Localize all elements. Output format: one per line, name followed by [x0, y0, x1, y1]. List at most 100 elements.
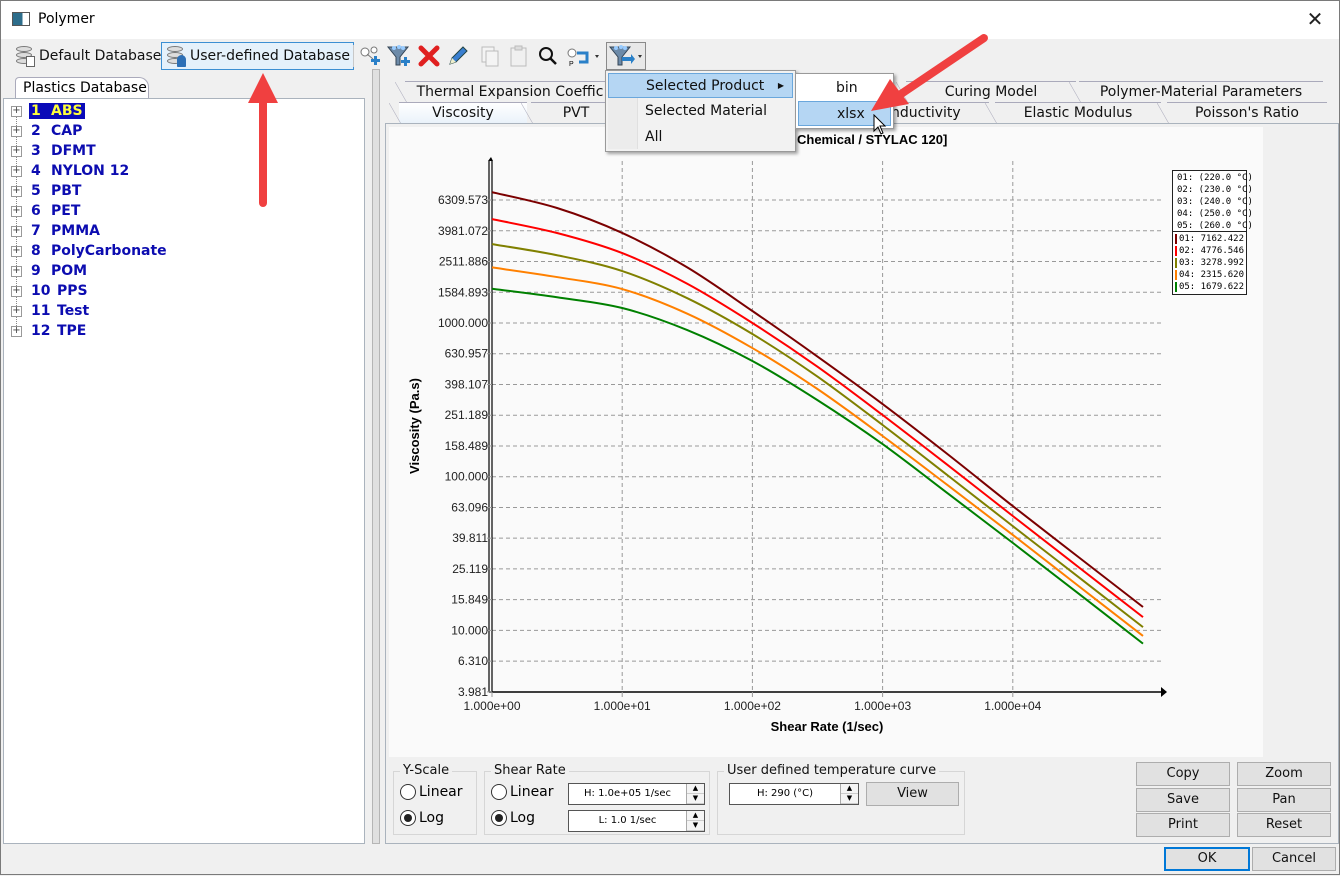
y-axis-label: Viscosity (Pa.s) [407, 378, 422, 474]
submenu-item-bin[interactable]: bin [798, 76, 891, 101]
x-axis-arrow [1161, 687, 1167, 697]
print-button[interactable]: Print [1136, 813, 1230, 837]
temperature-curve-label: User defined temperature curve [724, 763, 940, 778]
y-tick-label: 398.107 [445, 377, 489, 391]
legend-text: 04: 2315.620 [1178, 270, 1244, 280]
legend-zero-shear: 01: 7162.422 02: 4776.546 03: 3278.992 04: … [1172, 231, 1247, 295]
menu-item-selected-product[interactable]: Selected Product ▶ [608, 73, 793, 98]
polymer-dialog: Polymer ✕ Default Database User-defined … [0, 0, 1340, 875]
spin-down-icon[interactable]: ▼ [687, 794, 704, 804]
legend-text: 03: (240.0 °C) [1177, 197, 1253, 207]
y-tick-label: 6309.573 [438, 193, 488, 207]
y-tick-label: 15.849 [451, 593, 488, 607]
yscale-log-radio[interactable]: Log [400, 810, 444, 826]
temperature-curve-group: User defined temperature curve H: 290 (°… [717, 763, 965, 835]
legend-text: 04: (250.0 °C) [1177, 209, 1253, 219]
y-axis-arrow [488, 157, 493, 161]
spin-up-icon[interactable]: ▲ [841, 784, 858, 794]
y-scale-label: Y-Scale [400, 763, 453, 778]
legend-entry-temperature: 02: (230.0 °C) [1175, 184, 1253, 196]
menu-item-selected-material[interactable]: Selected Material [608, 99, 793, 124]
spin-up-icon[interactable]: ▲ [687, 784, 704, 794]
temperature-spinner[interactable]: H: 290 (°C) ▲ ▼ [729, 783, 859, 805]
copy-button[interactable]: Copy [1136, 762, 1230, 786]
x-tick-label: 1.000e+02 [724, 699, 781, 713]
legend-entry-zero-shear: 02: 4776.546 [1175, 245, 1244, 257]
shear-high-value[interactable]: H: 1.0e+05 1/sec [569, 784, 686, 804]
legend-swatch [1175, 258, 1177, 268]
legend-entry-zero-shear: 04: 2315.620 [1175, 269, 1244, 281]
temperature-value[interactable]: H: 290 (°C) [730, 784, 840, 804]
spin-up-icon[interactable]: ▲ [687, 811, 704, 821]
ok-button[interactable]: OK [1164, 847, 1250, 871]
radio-circle [400, 784, 416, 800]
menu-item-label: Selected Product [646, 78, 765, 94]
legend-temperatures: 01: (220.0 °C) 02: (230.0 °C) 03: (240.0 °… [1172, 170, 1253, 234]
radio-circle [491, 784, 507, 800]
shear-high-spinner[interactable]: H: 1.0e+05 1/sec ▲ ▼ [568, 783, 705, 805]
series-line-2 [491, 218, 1144, 618]
x-tick-label: 1.000e+03 [854, 699, 911, 713]
legend-entry-temperature: 04: (250.0 °C) [1175, 208, 1253, 220]
menu-item-all[interactable]: All [608, 125, 793, 150]
shear-rate-group: Shear Rate Linear Log H: 1.0e+05 1/sec ▲… [484, 763, 710, 835]
export-submenu: bin xlsx [795, 73, 894, 129]
legend-text: 05: (260.0 °C) [1177, 221, 1253, 231]
x-tick-label: 1.000e+00 [463, 699, 520, 713]
x-tick-label: 1.000e+01 [594, 699, 651, 713]
y-tick-label: 3981.072 [438, 224, 488, 238]
legend-text: 02: 4776.546 [1178, 246, 1244, 256]
legend-text: 01: (220.0 °C) [1177, 173, 1253, 183]
legend-text: 01: 7162.422 [1178, 234, 1244, 244]
y-tick-label: 1000.000 [438, 316, 488, 330]
legend-swatch [1175, 234, 1177, 244]
shear-low-spinner[interactable]: L: 1.0 1/sec ▲ ▼ [568, 810, 705, 832]
radio-label: Linear [510, 784, 554, 800]
radio-label: Log [419, 810, 445, 826]
spin-down-icon[interactable]: ▼ [841, 794, 858, 804]
y-tick-label: 25.119 [452, 562, 488, 576]
x-axis-label: Shear Rate (1/sec) [771, 719, 884, 734]
radio-label: Linear [419, 784, 463, 800]
y-tick-label: 158.489 [445, 439, 489, 453]
yscale-linear-radio[interactable]: Linear [400, 784, 463, 800]
legend-entry-zero-shear: 05: 1679.622 [1175, 281, 1244, 293]
pan-button[interactable]: Pan [1237, 788, 1331, 812]
y-tick-label: 3.981 [458, 685, 488, 699]
export-menu: Selected Product ▶ Selected Material All [605, 70, 796, 152]
y-tick-label: 6.310 [458, 654, 488, 668]
spin-down-icon[interactable]: ▼ [687, 821, 704, 831]
y-tick-label: 100.000 [445, 470, 489, 484]
series-line-5 [491, 287, 1144, 645]
legend-entry-zero-shear: 03: 3278.992 [1175, 257, 1244, 269]
submenu-arrow-icon: ▶ [777, 81, 784, 90]
shear-log-radio[interactable]: Log [491, 810, 535, 826]
y-tick-label: 63.096 [451, 500, 488, 514]
radio-circle [400, 810, 416, 826]
legend-text: 03: 3278.992 [1178, 258, 1244, 268]
legend-entry-temperature: 03: (240.0 °C) [1175, 196, 1253, 208]
y-tick-label: 251.189 [445, 408, 489, 422]
reset-button[interactable]: Reset [1237, 813, 1331, 837]
cancel-button[interactable]: Cancel [1252, 847, 1336, 871]
x-tick-label: 1.000e+04 [984, 699, 1041, 713]
legend-text: 02: (230.0 °C) [1177, 185, 1253, 195]
legend-text: 05: 1679.622 [1178, 282, 1244, 292]
legend-swatch [1175, 270, 1177, 280]
y-tick-label: 10.000 [451, 623, 488, 637]
legend-swatch [1175, 282, 1177, 292]
save-button[interactable]: Save [1136, 788, 1230, 812]
view-button[interactable]: View [866, 782, 959, 806]
shear-rate-label: Shear Rate [491, 763, 569, 778]
shear-low-value[interactable]: L: 1.0 1/sec [569, 811, 686, 831]
shear-linear-radio[interactable]: Linear [491, 784, 554, 800]
submenu-item-xlsx[interactable]: xlsx [798, 101, 891, 126]
legend-entry-zero-shear: 01: 7162.422 [1175, 233, 1244, 245]
y-scale-group: Y-Scale Linear Log [393, 763, 477, 835]
y-tick-label: 39.811 [452, 531, 488, 545]
legend-swatch [1175, 246, 1177, 256]
y-tick-label: 2511.886 [439, 255, 488, 269]
radio-label: Log [510, 810, 536, 826]
zoom-button[interactable]: Zoom [1237, 762, 1331, 786]
y-tick-label: 1584.893 [438, 285, 488, 299]
